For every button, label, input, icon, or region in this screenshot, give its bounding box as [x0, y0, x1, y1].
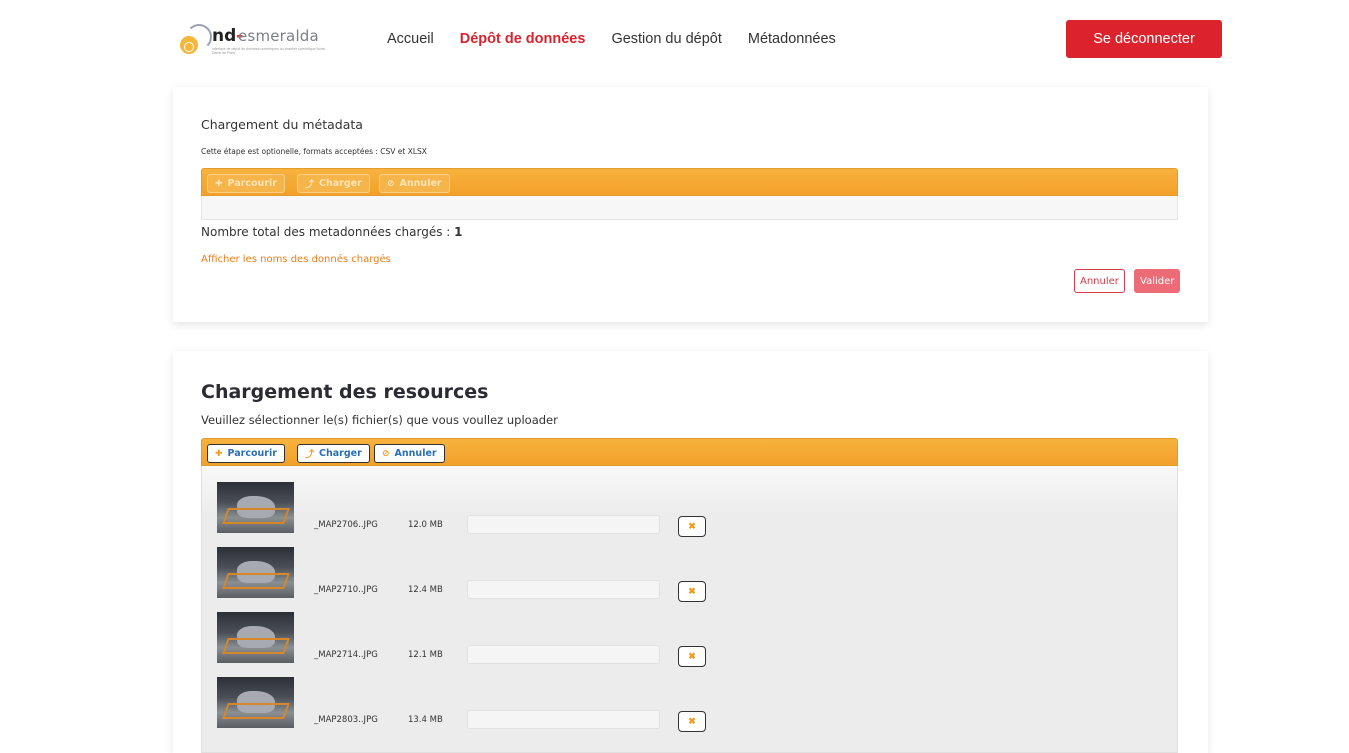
nav-metadonnees[interactable]: Métadonnées — [748, 31, 836, 47]
annuler-button[interactable]: Annuler — [1074, 269, 1125, 293]
metadata-upload-button[interactable]: ⤴ Charger — [297, 174, 370, 193]
remove-file-button[interactable]: ✖ — [678, 646, 706, 667]
metadata-section-title: Chargement du métadata — [201, 117, 363, 132]
file-thumbnail — [217, 482, 294, 533]
file-progress-bar — [467, 645, 660, 664]
file-progress-bar — [467, 580, 660, 599]
resources-upload-button[interactable]: ⤴ Charger — [297, 444, 370, 463]
remove-file-button[interactable]: ✖ — [678, 711, 706, 732]
remove-file-button[interactable]: ✖ — [678, 581, 706, 602]
nav-depot-de-donnees[interactable]: Dépôt de données — [460, 31, 586, 47]
file-row: _MAP2706..JPG 12.0 MB ✖ — [217, 482, 737, 537]
file-thumbnail — [217, 547, 294, 598]
file-name: _MAP2714..JPG — [314, 650, 378, 660]
metadata-upload-card: Chargement du métadata Cette étape est o… — [173, 87, 1208, 322]
times-icon: ✖ — [688, 586, 696, 596]
file-size: 12.0 MB — [408, 520, 443, 530]
file-size: 12.1 MB — [408, 650, 443, 660]
nav-accueil[interactable]: Accueil — [387, 31, 434, 47]
metadata-browse-button[interactable]: ✚ Parcourir — [207, 174, 285, 193]
file-name: _MAP2710..JPG — [314, 585, 378, 595]
file-size: 12.4 MB — [408, 585, 443, 595]
resources-browse-button[interactable]: ✚ Parcourir — [207, 444, 285, 463]
navbar: nd- esmeralda Interface de dépôt de donn… — [0, 0, 1349, 87]
resources-section-hint: Veuillez sélectionner le(s) fichier(s) q… — [201, 413, 558, 427]
metadata-total-count: 1 — [454, 225, 463, 239]
show-loaded-names-link[interactable]: Afficher les noms des donnés chargés — [201, 254, 391, 265]
metadata-toolbar: ✚ Parcourir ⤴ Charger ⊘ Annuler — [201, 168, 1178, 196]
metadata-total: Nombre total des metadonnées chargés : 1 — [201, 225, 463, 239]
file-progress-bar — [467, 515, 660, 534]
logout-button[interactable]: Se déconnecter — [1066, 20, 1222, 58]
ban-icon: ⊘ — [387, 178, 395, 189]
file-name: _MAP2706..JPG — [314, 520, 378, 530]
ban-icon: ⊘ — [382, 448, 390, 459]
main-nav: Accueil Dépôt de données Gestion du dépô… — [387, 31, 862, 47]
metadata-cancel-button[interactable]: ⊘ Annuler — [379, 174, 450, 193]
resources-upload-card: Chargement des resources Veuillez sélect… — [173, 351, 1208, 753]
times-icon: ✖ — [688, 521, 696, 531]
file-row: _MAP2714..JPG 12.1 MB ✖ — [217, 612, 737, 667]
resources-file-list: _MAP2706..JPG 12.0 MB ✖ _MAP2710..JPG 12… — [201, 466, 1178, 753]
logo-tagline: Interface de dépôt de données numériques… — [212, 47, 327, 55]
file-thumbnail — [217, 677, 294, 728]
upload-icon: ⤴ — [305, 180, 315, 190]
times-icon: ✖ — [688, 651, 696, 661]
file-row: _MAP2710..JPG 12.4 MB ✖ — [217, 547, 737, 602]
times-icon: ✖ — [688, 716, 696, 726]
logo-circle-icon — [180, 36, 198, 54]
metadata-section-hint: Cette étape est optionelle, formats acce… — [201, 147, 427, 156]
resources-section-title: Chargement des resources — [201, 381, 489, 403]
logo[interactable]: nd- esmeralda Interface de dépôt de donn… — [180, 24, 340, 68]
valider-button[interactable]: Valider — [1134, 269, 1181, 293]
logo-name: esmeralda — [238, 27, 319, 45]
resources-toolbar: ✚ Parcourir ⤴ Charger ⊘ Annuler — [201, 438, 1178, 466]
file-row: _MAP2803..JPG 13.4 MB ✖ — [217, 677, 737, 732]
nav-gestion-du-depot[interactable]: Gestion du dépôt — [611, 31, 721, 47]
plus-icon: ✚ — [215, 448, 223, 459]
file-size: 13.4 MB — [408, 715, 443, 725]
file-progress-bar — [467, 710, 660, 729]
plus-icon: ✚ — [215, 178, 223, 189]
file-name: _MAP2803..JPG — [314, 715, 378, 725]
resources-cancel-button[interactable]: ⊘ Annuler — [374, 444, 445, 463]
metadata-file-list — [201, 196, 1178, 220]
upload-icon: ⤴ — [305, 450, 315, 460]
remove-file-button[interactable]: ✖ — [678, 516, 706, 537]
file-thumbnail — [217, 612, 294, 663]
